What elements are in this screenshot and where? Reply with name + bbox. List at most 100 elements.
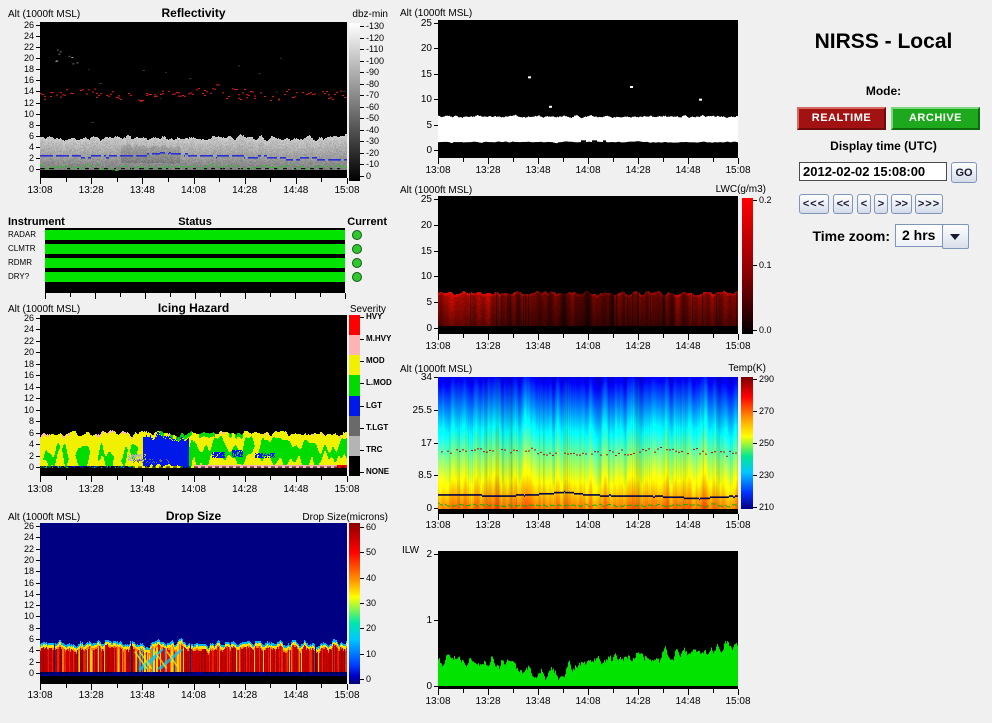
colorbar-tick [360, 603, 364, 604]
x-tick [463, 689, 464, 693]
y-tick [36, 80, 40, 81]
y-tick [434, 48, 438, 49]
colorbar-tick-label: 230 [759, 471, 774, 480]
nav-back-fast-button[interactable]: <<< [799, 194, 829, 214]
x-tick [563, 334, 564, 338]
y-tick-label: 34 [396, 373, 432, 383]
display-time-input[interactable] [799, 162, 947, 181]
y-tick-label: 18 [0, 567, 34, 576]
x-tick [70, 293, 71, 297]
time-tick-label: 14:28 [228, 691, 262, 701]
archive-button[interactable]: ARCHIVE [891, 107, 980, 130]
time-tick-label: 13:48 [125, 691, 159, 701]
time-tick-label: 13:08 [421, 521, 455, 531]
colorbar-tick [360, 317, 364, 318]
time-tick-label: 13:28 [74, 485, 108, 495]
x-tick [320, 293, 321, 297]
x-tick [45, 293, 46, 299]
y-tick-label: 24 [0, 325, 34, 334]
time-tick-label: 14:28 [621, 697, 655, 707]
colorbar-tick [360, 95, 364, 96]
x-tick [245, 178, 246, 184]
y-tick [434, 199, 438, 200]
y-tick-label: 2 [396, 550, 432, 560]
x-tick [91, 476, 92, 482]
y-tick-label: 8 [0, 121, 34, 130]
y-tick-label: 25 [396, 19, 432, 29]
time-zoom-label: Time zoom: [790, 228, 890, 244]
y-tick-label: 4 [0, 143, 34, 152]
x-tick [563, 158, 564, 162]
x-tick [613, 514, 614, 518]
time-tick-label: 14:08 [571, 342, 605, 352]
y-tick [434, 620, 438, 621]
mode-label: Mode: [775, 84, 992, 98]
go-button[interactable]: GO [951, 162, 977, 183]
y-tick-label: 17 [396, 439, 432, 449]
y-tick-label: 26 [0, 314, 34, 323]
time-tick-label: 13:48 [521, 166, 555, 176]
time-tick-label: 14:28 [228, 186, 262, 196]
x-tick [194, 476, 195, 482]
y-tick-label: 14 [0, 383, 34, 392]
colorbar-tick-label: T.LGT [366, 424, 388, 432]
time-tick-label: 14:48 [279, 186, 313, 196]
y-tick-label: 24 [0, 32, 34, 41]
y-tick [36, 318, 40, 319]
colorbar-tick [753, 330, 757, 331]
colorbar-tick-label: -30 [366, 137, 379, 146]
nav-back-medium-button[interactable]: << [833, 194, 853, 214]
time-tick-label: 14:48 [671, 342, 705, 352]
x-tick [245, 293, 246, 299]
colorbar-tick [360, 578, 364, 579]
colorbar-tick-label: -90 [366, 68, 379, 77]
y-tick [36, 329, 40, 330]
time-tick-label: 14:08 [571, 166, 605, 176]
y-tick [36, 147, 40, 148]
x-tick [270, 293, 271, 297]
y-tick-label: 25 [396, 195, 432, 205]
nav-forward-fast-button[interactable]: >>> [915, 194, 943, 214]
colorbar-tick-label: L.MOD [366, 379, 392, 387]
x-tick [563, 689, 564, 693]
x-tick [663, 158, 664, 162]
y-tick [434, 74, 438, 75]
y-tick [36, 537, 40, 538]
x-tick [347, 178, 348, 184]
x-tick [345, 293, 346, 299]
realtime-button[interactable]: REALTIME [797, 107, 886, 130]
x-tick [588, 334, 589, 340]
time-zoom-dropdown-button[interactable] [942, 224, 969, 249]
y-tick [434, 150, 438, 151]
colorbar-tick [753, 200, 757, 201]
colorbar-tick [360, 339, 364, 340]
nav-back-button[interactable]: < [857, 194, 871, 214]
colorbar-tick [753, 379, 757, 380]
colorbar-tick-label: -60 [366, 103, 379, 112]
y-tick [36, 650, 40, 651]
x-tick [663, 334, 664, 338]
colorbar-tick [360, 679, 364, 680]
time-tick-label: 13:28 [471, 166, 505, 176]
colorbar-tick [360, 130, 364, 131]
nav-forward-button[interactable]: > [874, 194, 888, 214]
y-tick-label: 0 [396, 504, 432, 514]
colorbar-tick [360, 61, 364, 62]
nav-forward-medium-button[interactable]: >> [891, 194, 912, 214]
x-tick [713, 689, 714, 693]
x-tick [463, 158, 464, 162]
x-tick [220, 293, 221, 297]
x-tick [145, 293, 146, 299]
colorbar-tick [360, 472, 364, 473]
x-tick [40, 476, 41, 482]
time-tick-label: 14:08 [177, 691, 211, 701]
colorbar-tick-label: 0 [366, 675, 371, 684]
y-tick [36, 341, 40, 342]
y-tick [434, 99, 438, 100]
y-tick-label: 22 [0, 337, 34, 346]
colorbar-tick [360, 428, 364, 429]
x-tick [613, 689, 614, 693]
time-zoom-select[interactable]: 2 hrs [895, 224, 948, 247]
x-tick [538, 158, 539, 164]
x-tick [296, 476, 297, 482]
